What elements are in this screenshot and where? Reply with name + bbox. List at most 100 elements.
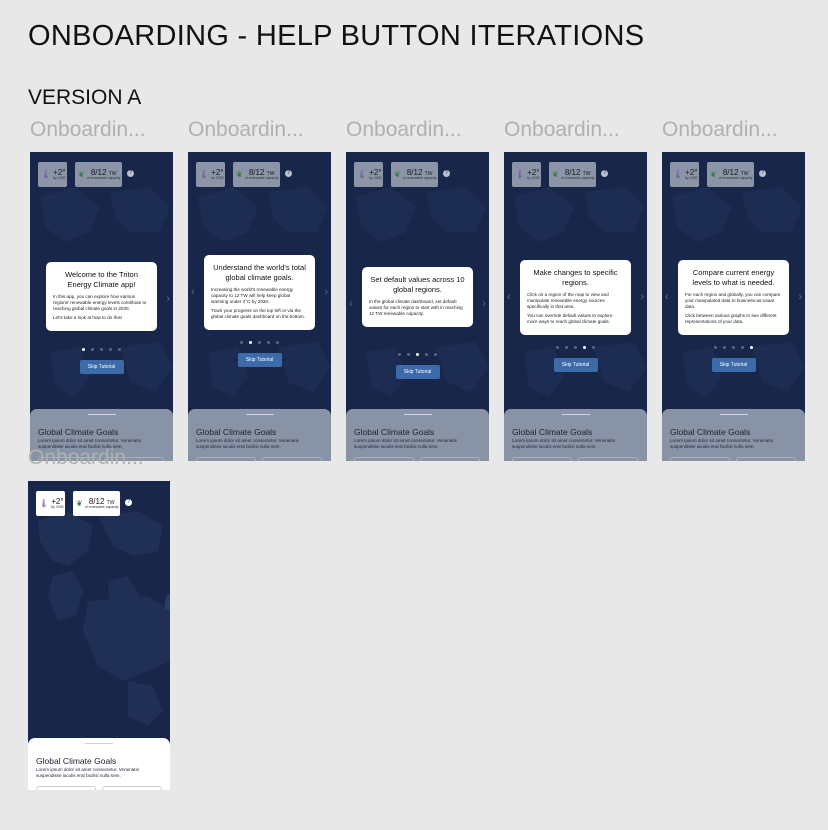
pager-dot[interactable]: [592, 346, 595, 349]
card-body: Click on a region of the map to view and…: [527, 291, 609, 309]
capacity-stat[interactable]: ❦ 8/12 TW of renewable capacity: [75, 162, 122, 187]
temperature-stat[interactable]: 🌡 +2° by 2030: [36, 491, 65, 516]
pager-dot[interactable]: [714, 346, 717, 349]
pager-dot[interactable]: [267, 341, 270, 344]
pager-dot[interactable]: [425, 353, 428, 356]
pager-dot[interactable]: [574, 346, 577, 349]
skip-tutorial-button[interactable]: Skip Tutorial: [395, 365, 440, 379]
pager-dot[interactable]: [565, 346, 568, 349]
temperature-stat[interactable]: 🌡 +2° by 2030: [354, 162, 383, 187]
global-climate-goals-sheet[interactable]: Global Climate Goals Lorem ipsum dolor si…: [662, 409, 805, 461]
pager-dot[interactable]: [118, 348, 121, 351]
sheet-handle[interactable]: [245, 414, 274, 415]
temperature-stat[interactable]: 🌡 +2° by 2030: [196, 162, 225, 187]
sheet-tab[interactable]: [196, 457, 256, 461]
frame-label: Onboardin...: [28, 446, 144, 469]
capacity-sub: of renewable capacity: [84, 504, 119, 509]
pager-dots: [188, 341, 331, 344]
onboarding-frame-final[interactable]: 🌡 +2° by 2030 ❦ 8/12 TW of renewable capac…: [28, 481, 170, 790]
global-climate-goals-sheet[interactable]: Global Climate Goals Lorem ipsum dolor si…: [188, 409, 331, 461]
pager-dot[interactable]: [750, 346, 753, 349]
pager-dot[interactable]: [741, 346, 744, 349]
pager-dot[interactable]: [556, 346, 559, 349]
sheet-tab[interactable]: [262, 457, 322, 461]
pager-dot[interactable]: [407, 353, 410, 356]
pager-dot[interactable]: [258, 341, 261, 344]
sheet-tab[interactable]: [512, 457, 572, 461]
pager-dot[interactable]: [398, 353, 401, 356]
capacity-stat[interactable]: ❦ 8/12 TW of renewable capacity: [233, 162, 280, 187]
pager-dot[interactable]: [732, 346, 735, 349]
onboarding-frame-4[interactable]: 🌡 +2° by 2030 ❦ 8/12 TW of renewable capacity…: [504, 152, 647, 461]
help-button[interactable]: ?: [759, 170, 766, 177]
onboarding-frame-1[interactable]: 🌡 +2° by 2030 ❦ 8/12 TW of renewable capacity…: [30, 152, 173, 461]
skip-tutorial-button[interactable]: Skip Tutorial: [553, 358, 598, 372]
global-climate-goals-sheet[interactable]: Global Climate Goals Lorem ipsum dolor si…: [346, 409, 489, 461]
sheet-handle[interactable]: [87, 414, 116, 415]
chevron-right-icon[interactable]: ›: [324, 287, 328, 298]
help-button[interactable]: ?: [285, 170, 292, 177]
sheet-tab[interactable]: [420, 457, 480, 461]
skip-tutorial-button[interactable]: Skip Tutorial: [79, 360, 124, 374]
help-button[interactable]: ?: [125, 499, 132, 506]
chevron-right-icon[interactable]: ›: [482, 299, 486, 310]
sheet-handle[interactable]: [561, 414, 590, 415]
chevron-left-icon[interactable]: ‹: [349, 299, 353, 310]
sheet-tab[interactable]: [670, 457, 730, 461]
thermometer-icon: 🌡: [357, 169, 368, 179]
chevron-left-icon[interactable]: ‹: [507, 292, 511, 303]
pager-dot[interactable]: [91, 348, 94, 351]
temperature-stat[interactable]: 🌡 +2° by 2030: [512, 162, 541, 187]
pager-dot[interactable]: [240, 341, 243, 344]
skip-tutorial-button[interactable]: Skip Tutorial: [711, 358, 756, 372]
sheet-handle[interactable]: [719, 414, 748, 415]
sheet-tab[interactable]: [578, 457, 638, 461]
sheet-tab[interactable]: [354, 457, 414, 461]
plant-icon: ❦: [710, 169, 717, 179]
sheet-tab[interactable]: [736, 457, 796, 461]
sheet-handle[interactable]: [85, 743, 113, 744]
pager-dot[interactable]: [82, 348, 85, 351]
sheet-tab[interactable]: [102, 786, 162, 790]
card-title: Make changes to specific regions.: [533, 268, 618, 287]
capacity-stat[interactable]: ❦ 8/12 TW of renewable capacity: [707, 162, 754, 187]
pager-dot[interactable]: [249, 341, 252, 344]
chevron-right-icon[interactable]: ›: [798, 292, 802, 303]
onboarding-frame-3[interactable]: 🌡 +2° by 2030 ❦ 8/12 TW of renewable capacity…: [346, 152, 489, 461]
sheet-title: Global Climate Goals: [196, 427, 277, 437]
global-climate-goals-sheet[interactable]: Global Climate Goals Lorem ipsum dolor s…: [28, 738, 170, 790]
skip-tutorial-button[interactable]: Skip Tutorial: [237, 353, 282, 367]
version-label: VERSION A: [28, 86, 142, 109]
pager-dot[interactable]: [723, 346, 726, 349]
sheet-body: Lorem ipsum dolor sit amet consectetur. …: [196, 438, 299, 449]
pager-dots: [30, 348, 173, 351]
chevron-right-icon[interactable]: ›: [640, 292, 644, 303]
card-body: In this app, you can explore how various…: [53, 293, 147, 311]
help-button[interactable]: ?: [443, 170, 450, 177]
pager-dot[interactable]: [100, 348, 103, 351]
capacity-stat[interactable]: ❦ 8/12 TW of renewable capacity: [73, 491, 120, 516]
help-button[interactable]: ?: [127, 170, 134, 177]
pager-dot[interactable]: [276, 341, 279, 344]
chevron-left-icon[interactable]: ‹: [191, 287, 195, 298]
thermometer-icon: 🌡: [41, 169, 52, 179]
sheet-handle[interactable]: [403, 414, 432, 415]
onboarding-frame-5[interactable]: 🌡 +2° by 2030 ❦ 8/12 TW of renewable capacity…: [662, 152, 805, 461]
sheet-title: Global Climate Goals: [512, 427, 593, 437]
temperature-stat[interactable]: 🌡 +2° by 2030: [38, 162, 67, 187]
pager-dot[interactable]: [109, 348, 112, 351]
capacity-stat[interactable]: ❦ 8/12 TW of renewable capacity: [549, 162, 596, 187]
card-body: Track your progress on the top left or v…: [211, 308, 305, 320]
pager-dot[interactable]: [434, 353, 437, 356]
onboarding-frame-2[interactable]: 🌡 +2° by 2030 ❦ 8/12 TW of renewable capacity…: [188, 152, 331, 461]
capacity-stat[interactable]: ❦ 8/12 TW of renewable capacity: [391, 162, 438, 187]
card-body: Let's take a look at how to do this!: [53, 315, 123, 321]
chevron-left-icon[interactable]: ‹: [665, 292, 669, 303]
help-button[interactable]: ?: [601, 170, 608, 177]
sheet-tab[interactable]: [36, 786, 96, 790]
temperature-stat[interactable]: 🌡 +2° by 2030: [670, 162, 699, 187]
pager-dot[interactable]: [583, 346, 586, 349]
chevron-right-icon[interactable]: ›: [166, 294, 170, 305]
global-climate-goals-sheet[interactable]: Global Climate Goals Lorem ipsum dolor si…: [504, 409, 647, 461]
pager-dot[interactable]: [416, 353, 419, 356]
